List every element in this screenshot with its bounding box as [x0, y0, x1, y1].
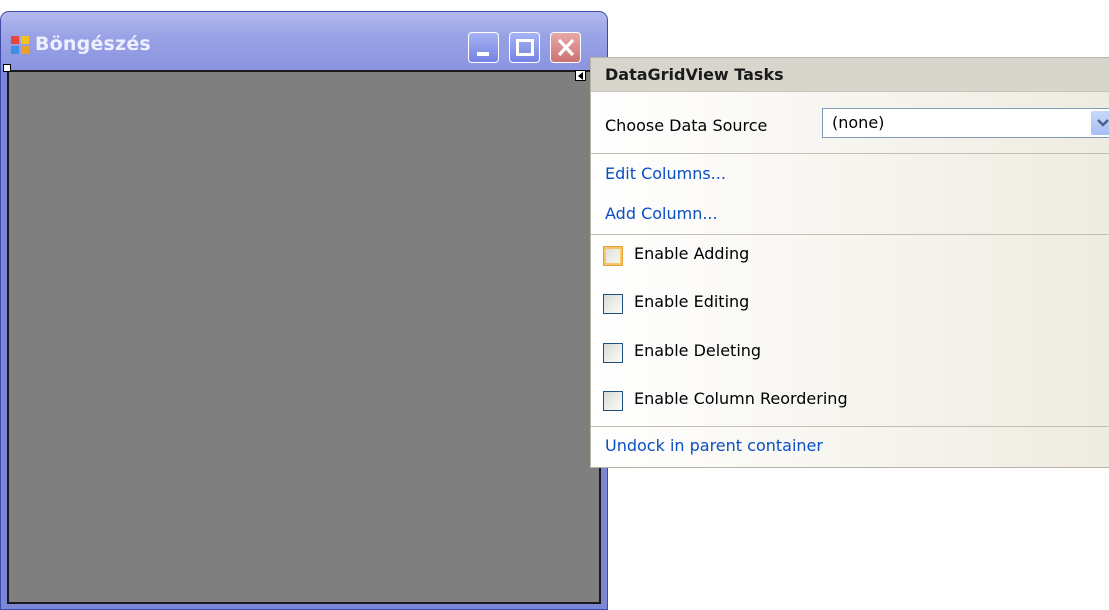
close-icon [557, 38, 575, 57]
enable-editing-checkbox[interactable] [603, 294, 623, 314]
panel-header: DataGridView Tasks [591, 58, 1109, 92]
dropdown-button[interactable] [1091, 111, 1109, 135]
window-title: Böngészés [35, 33, 151, 55]
chevron-down-icon [1097, 119, 1109, 127]
enable-editing-label: Enable Editing [634, 292, 750, 311]
close-button[interactable] [550, 32, 581, 63]
form-app-icon [11, 36, 30, 55]
datagridview-tasks-panel: DataGridView Tasks Choose Data Source (n… [590, 57, 1109, 468]
minimize-button[interactable] [468, 32, 499, 63]
maximize-icon [516, 39, 534, 56]
smart-tag-glyph[interactable] [575, 70, 586, 81]
enable-column-reordering-checkbox[interactable] [603, 391, 623, 411]
divider [591, 234, 1109, 235]
undock-link[interactable]: Undock in parent container [605, 436, 823, 455]
edit-columns-link[interactable]: Edit Columns... [605, 164, 726, 183]
form-window[interactable]: Böngészés [0, 11, 608, 610]
data-source-value: (none) [832, 113, 885, 132]
selection-handle[interactable] [3, 64, 11, 72]
minimize-icon [477, 52, 489, 56]
divider [591, 153, 1109, 154]
enable-adding-checkbox[interactable] [603, 246, 623, 266]
maximize-button[interactable] [509, 32, 540, 63]
enable-deleting-checkbox[interactable] [603, 343, 623, 363]
datagridview-control[interactable] [7, 70, 601, 604]
add-column-link[interactable]: Add Column... [605, 204, 718, 223]
data-source-label: Choose Data Source [605, 116, 768, 135]
title-bar[interactable]: Böngészés [1, 12, 607, 70]
enable-column-reordering-label: Enable Column Reordering [634, 389, 848, 408]
data-source-combobox[interactable]: (none) [822, 108, 1109, 138]
divider [591, 426, 1109, 427]
enable-adding-label: Enable Adding [634, 244, 750, 263]
enable-deleting-label: Enable Deleting [634, 341, 762, 360]
